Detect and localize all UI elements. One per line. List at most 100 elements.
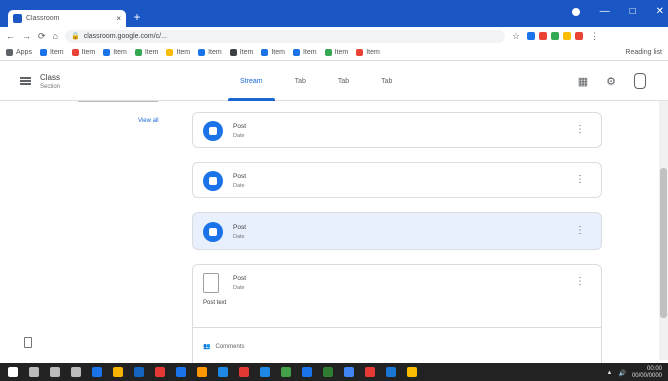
tab-close-icon[interactable]: × [116, 14, 121, 23]
tab-stream[interactable]: Stream [224, 61, 279, 101]
class-comments[interactable]: 👥 Comments [203, 343, 245, 351]
bookmark-icon [166, 49, 174, 56]
comments-icon: 👥 [203, 344, 211, 350]
comments-label: Comments [215, 343, 245, 350]
window-controls: — □ ✕ [571, 6, 664, 17]
minimize-button[interactable]: — [600, 6, 610, 17]
bookmark-item[interactable]: Item [39, 49, 64, 56]
post-body: Post text [203, 300, 227, 306]
bookmark-icon [198, 49, 206, 56]
bookmark-item[interactable]: Apps [6, 49, 32, 56]
taskbar-app-icon[interactable] [344, 367, 354, 377]
stream-post-1[interactable]: Post Date ⋮ [192, 112, 602, 148]
taskbar-app-icon[interactable] [323, 367, 333, 377]
clock-time: 00:00 [646, 366, 662, 372]
network-icon[interactable]: ▲ [607, 370, 613, 376]
bookmark-label: Item [81, 49, 96, 56]
extension-icon[interactable] [563, 32, 572, 40]
bookmark-item[interactable]: Item [134, 49, 158, 56]
profile-dot-icon[interactable] [571, 8, 580, 16]
taskbar-app-icon[interactable] [113, 367, 123, 377]
classwork-side-icon[interactable] [24, 337, 32, 348]
bookmark-icon [229, 49, 237, 56]
bookmark-icon [261, 49, 269, 56]
bookmark-label: Item [271, 49, 285, 56]
class-section: Section [40, 84, 61, 90]
tab-2[interactable]: Tab [279, 61, 322, 101]
taskbar-app-icon[interactable] [218, 367, 228, 377]
extension-icon[interactable] [575, 32, 584, 40]
taskbar-app-icon[interactable] [134, 367, 144, 377]
bookmark-icon [71, 49, 79, 56]
clock[interactable]: 00:00 00/00/0000 [632, 366, 662, 380]
taskbar-app-icon[interactable] [386, 367, 396, 377]
bookmark-label: Item [208, 49, 222, 56]
taskbar-app-icon[interactable] [281, 367, 291, 377]
bookmark-item[interactable]: Item [261, 49, 285, 56]
calendar-icon[interactable]: ▦ [578, 75, 588, 88]
address-bar[interactable]: 🔒 classroom.google.com/c/... [64, 29, 505, 43]
assignment-icon [203, 121, 223, 141]
bookmark-label: Item [334, 49, 349, 56]
bookmark-icon [292, 49, 300, 56]
taskbar-app-icon[interactable] [71, 367, 81, 377]
start-button-icon[interactable] [8, 367, 18, 377]
hamburger-menu-icon[interactable] [20, 77, 31, 85]
account-icon[interactable] [634, 73, 646, 89]
bookmark-star-icon[interactable]: ☆ [512, 31, 520, 42]
url-text: classroom.google.com/c/... [83, 32, 167, 40]
post-menu-icon[interactable]: ⋮ [575, 124, 585, 135]
settings-icon[interactable]: ⚙ [606, 75, 616, 88]
extension-icon[interactable] [527, 32, 536, 40]
post-menu-icon[interactable]: ⋮ [575, 174, 585, 185]
extension-icon[interactable] [551, 32, 560, 40]
bookmark-item[interactable]: Item [71, 49, 96, 56]
browser-menu-icon[interactable]: ⋮ [590, 31, 599, 42]
volume-icon[interactable]: 🔊 [618, 370, 625, 377]
taskbar-app-icon[interactable] [365, 367, 375, 377]
stream-post-3[interactable]: Post Date ⋮ [192, 212, 602, 250]
view-all-link[interactable]: View all [138, 118, 159, 124]
bookmark-item[interactable]: Item [198, 49, 222, 56]
taskbar-app-icon[interactable] [29, 367, 39, 377]
stream-post-4[interactable]: Post Date ⋮ Post text 👥 Comments [192, 264, 602, 363]
tab-3[interactable]: Tab [322, 61, 365, 101]
taskbar-app-icon[interactable] [260, 367, 270, 377]
maximize-button[interactable]: □ [630, 6, 636, 17]
reload-button[interactable]: ⟳ [38, 31, 46, 42]
back-button[interactable]: ← [6, 31, 15, 41]
bookmark-item[interactable]: Item [324, 49, 349, 56]
close-window-button[interactable]: ✕ [656, 6, 664, 17]
taskbar-app-icon[interactable] [407, 367, 417, 377]
taskbar-app-icon[interactable] [197, 367, 207, 377]
bookmark-item[interactable]: Item [229, 49, 253, 56]
document-icon [203, 273, 219, 293]
class-name[interactable]: Class [40, 73, 60, 82]
taskbar-app-icon[interactable] [176, 367, 186, 377]
taskbar-app-icon[interactable] [155, 367, 165, 377]
reading-list-button[interactable]: Reading list [625, 49, 662, 56]
tab-4[interactable]: Tab [365, 61, 408, 101]
post-title: Post [233, 173, 247, 180]
bookmark-item[interactable]: Item [166, 49, 190, 56]
scrollbar-thumb[interactable] [660, 168, 667, 318]
extension-icon[interactable] [539, 32, 548, 40]
taskbar-app-icon[interactable] [92, 367, 102, 377]
bookmark-item[interactable]: Item [356, 49, 380, 56]
post-menu-icon[interactable]: ⋮ [575, 276, 585, 287]
bookmark-item[interactable]: Item [292, 49, 317, 56]
post-menu-icon[interactable]: ⋮ [575, 225, 585, 236]
taskbar-app-icon[interactable] [50, 367, 60, 377]
post-title: Post [233, 123, 247, 130]
taskbar-app-icon[interactable] [239, 367, 249, 377]
browser-tab[interactable]: Classroom × [8, 10, 126, 27]
stream-post-2[interactable]: Post Date ⋮ [192, 162, 602, 198]
new-tab-button[interactable]: + [132, 11, 142, 23]
bookmark-icon [324, 49, 332, 56]
forward-button[interactable]: → [22, 31, 31, 41]
bookmark-item[interactable]: Item [103, 49, 127, 56]
bookmark-label: Item [366, 49, 380, 56]
home-button[interactable]: ⌂ [53, 31, 58, 41]
extensions-area [527, 32, 584, 40]
taskbar-app-icon[interactable] [302, 367, 312, 377]
